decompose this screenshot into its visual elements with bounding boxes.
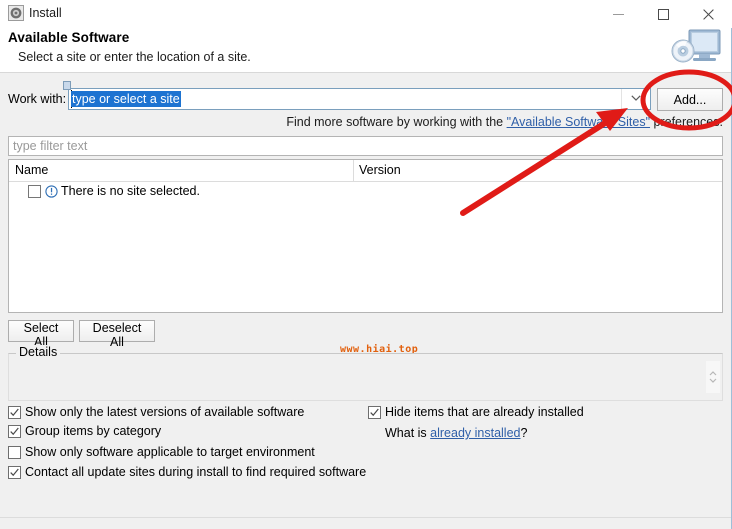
work-with-label: Work with: xyxy=(8,92,67,106)
checkbox[interactable] xyxy=(8,406,21,419)
select-all-button[interactable]: Select All xyxy=(8,320,74,349)
combo-badge-icon xyxy=(63,81,71,90)
wizard-banner: Available Software Select a site or ente… xyxy=(0,28,731,73)
filter-input[interactable] xyxy=(8,136,723,156)
column-header-name[interactable]: Name xyxy=(15,163,48,177)
info-icon xyxy=(45,185,58,198)
available-software-sites-link[interactable]: "Available Software Sites" xyxy=(507,115,650,129)
add-button[interactable]: Add... xyxy=(657,88,723,111)
table-row[interactable]: There is no site selected. xyxy=(9,182,722,202)
what-is-already-installed: What is already installed? xyxy=(385,426,527,440)
checkbox[interactable] xyxy=(368,406,381,419)
available-software-table[interactable]: Name Version There is no site selected. … xyxy=(8,159,723,355)
find-more-software-text: Find more software by working with the "… xyxy=(286,115,723,129)
chevron-down-icon[interactable] xyxy=(621,89,650,109)
option-label: Group items by category xyxy=(25,424,162,438)
work-with-combo[interactable]: type or select a site xyxy=(68,88,651,110)
window-title: Install xyxy=(29,6,62,20)
column-header-version[interactable]: Version xyxy=(359,163,401,177)
option-label: Show only software applicable to target … xyxy=(25,445,315,459)
option-label: Show only the latest versions of availab… xyxy=(25,405,305,419)
what-is-suffix: ? xyxy=(520,426,528,440)
install-dialog: Install Available Software Select a site… xyxy=(0,0,732,529)
option-label: Hide items that are already installed xyxy=(385,405,584,419)
checkbox[interactable] xyxy=(8,466,21,479)
details-label: Details xyxy=(16,345,61,359)
install-icon xyxy=(8,5,24,21)
scroll-arrows-icon[interactable] xyxy=(706,361,720,393)
find-more-suffix: preferences. xyxy=(650,115,724,129)
checkbox[interactable] xyxy=(8,425,21,438)
find-more-prefix: Find more software by working with the xyxy=(286,115,507,129)
deselect-all-button[interactable]: Deselect All xyxy=(79,320,155,349)
checkbox[interactable] xyxy=(8,446,21,459)
already-installed-link[interactable]: already installed xyxy=(430,426,520,440)
what-is-prefix: What is xyxy=(385,426,431,440)
minimize-icon[interactable] xyxy=(596,0,641,28)
details-panel xyxy=(8,353,723,401)
work-with-selected-text: type or select a site xyxy=(71,91,181,107)
close-icon[interactable] xyxy=(686,0,731,28)
row-checkbox[interactable] xyxy=(28,185,41,198)
page-title: Available Software xyxy=(8,30,130,45)
row-name-cell: There is no site selected. xyxy=(61,184,200,198)
column-divider[interactable] xyxy=(353,160,354,181)
footer-divider xyxy=(0,517,731,518)
option-label: Contact all update sites during install … xyxy=(25,465,367,479)
table-header: Name Version xyxy=(9,160,722,182)
title-bar: Install xyxy=(0,0,732,28)
maximize-icon[interactable] xyxy=(641,0,686,28)
install-wizard-banner-icon xyxy=(665,26,725,72)
dialog-content: Work with: type or select a site Add... … xyxy=(0,73,731,529)
page-subtitle: Select a site or enter the location of a… xyxy=(18,50,251,64)
